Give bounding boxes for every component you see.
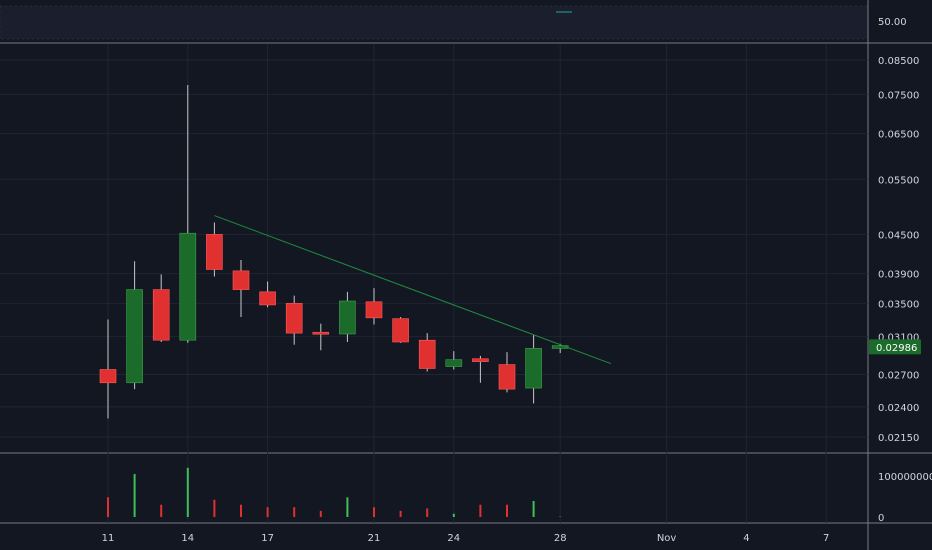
candle-body-down [99, 369, 117, 384]
time-tick-label: 24 [447, 533, 460, 544]
time-tick-label: 28 [554, 533, 567, 544]
indicator-tick-label: 50.00 [878, 17, 907, 28]
price-tick-label: 0.06500 [878, 130, 919, 141]
price-tick-label: 0.03500 [878, 299, 919, 310]
candle-body-down [392, 318, 409, 343]
last-price-label: 0.02986 [876, 343, 917, 354]
candle-body-down [152, 289, 170, 341]
candle-body-up [339, 300, 356, 335]
indicator-band [0, 5, 869, 40]
time-tick-label: 14 [181, 533, 194, 544]
candle-body-down [312, 331, 330, 335]
time-tick-label: 4 [743, 533, 749, 544]
price-tick-label: 0.05500 [878, 175, 919, 186]
time-tick-label: 7 [823, 533, 829, 544]
time-tick-label: Nov [657, 533, 677, 544]
price-tick-label: 0.08500 [878, 56, 919, 67]
candle-body-down [498, 364, 516, 390]
candle-body-down [206, 234, 223, 270]
price-tick-label: 0.02150 [878, 433, 919, 444]
candle-body-up [126, 289, 143, 384]
price-tick-label: 0.03900 [878, 270, 919, 281]
price-tick-label: 0.02400 [878, 403, 919, 414]
volume-tick-label: 0 [878, 513, 884, 524]
chart-background [0, 0, 932, 550]
candle-body-down [259, 291, 276, 306]
chart-canvas[interactable]: 50.00 0.08500 0.07500 0.06500 0.05500 0.0450… [0, 0, 932, 550]
candle-body-up [525, 348, 542, 389]
candle-body-down [365, 301, 383, 319]
indicator-pane: 50.00 [0, 5, 907, 40]
price-tick-label: 0.04500 [878, 230, 919, 241]
candle-body-up [445, 359, 463, 367]
price-tick-label: 0.07500 [878, 90, 919, 101]
candle-body-down [232, 270, 250, 290]
last-price-badge: 0.02986 [869, 339, 921, 355]
price-tick-label: 0.02700 [878, 371, 919, 382]
candle[interactable] [392, 317, 409, 343]
time-tick-label: 11 [102, 533, 115, 544]
time-tick-label: 21 [368, 533, 381, 544]
volume-tick-label: 100000000 [878, 472, 932, 483]
candle-body-up [179, 232, 197, 341]
candle-body-down [472, 358, 489, 362]
time-tick-label: 17 [261, 533, 274, 544]
candle-body-down [285, 303, 303, 334]
candle-body-down [418, 339, 436, 369]
